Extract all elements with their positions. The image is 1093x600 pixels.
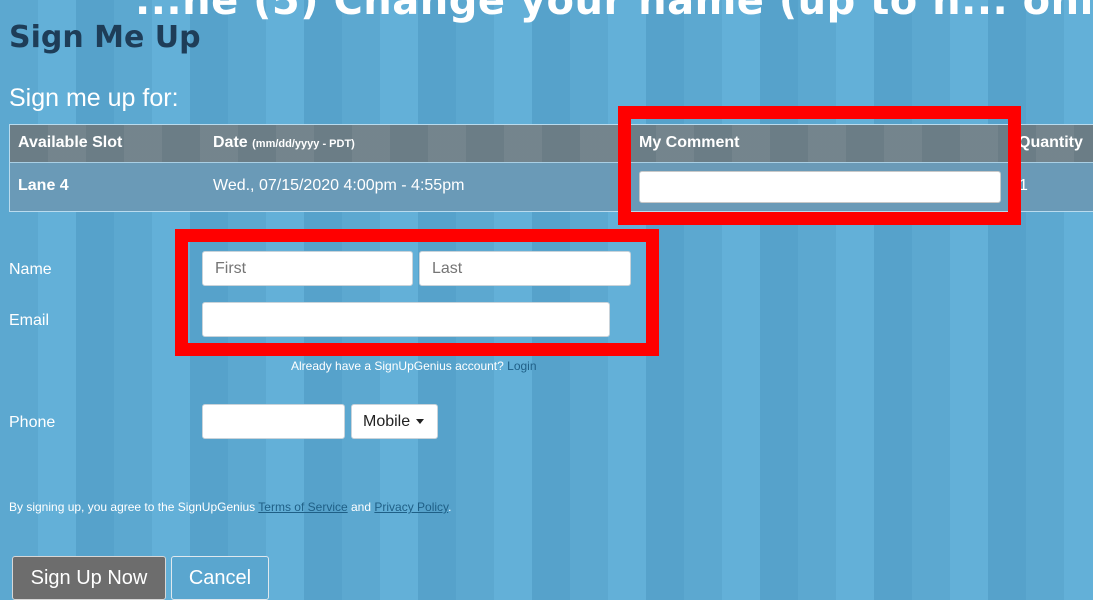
terms-of-service-link[interactable]: Terms of Service bbox=[258, 500, 347, 514]
account-prompt-text: Already have a SignUpGenius account? bbox=[291, 359, 504, 373]
comment-highlight-box bbox=[618, 106, 1021, 225]
header-quantity: Quantity bbox=[1018, 134, 1083, 151]
terms-and: and bbox=[351, 500, 372, 514]
terms-notice: By signing up, you agree to the SignUpGe… bbox=[9, 500, 452, 514]
header-date-label: Date bbox=[213, 134, 248, 151]
phone-label: Phone bbox=[9, 414, 56, 431]
row-date: Wed., 07/15/2020 4:00pm - 4:55pm bbox=[213, 177, 465, 194]
terms-prefix: By signing up, you agree to the SignUpGe… bbox=[9, 500, 256, 514]
header-available-slot: Available Slot bbox=[18, 134, 123, 151]
phone-type-dropdown[interactable]: Mobile bbox=[351, 404, 438, 439]
name-email-highlight-box bbox=[175, 229, 659, 356]
sign-up-now-button[interactable]: Sign Up Now bbox=[12, 556, 166, 600]
login-link[interactable]: Login bbox=[507, 359, 536, 373]
header-date-hint: (mm/dd/yyyy - PDT) bbox=[252, 138, 355, 150]
header-date: Date (mm/dd/yyyy - PDT) bbox=[213, 134, 355, 152]
terms-suffix: . bbox=[448, 500, 452, 514]
privacy-policy-link[interactable]: Privacy Policy bbox=[374, 500, 448, 514]
phone-input[interactable] bbox=[202, 404, 345, 439]
section-title: Sign me up for: bbox=[9, 84, 179, 112]
top-heading: ...ne (5) Change your name (up to n... o… bbox=[135, 0, 1093, 24]
cancel-button[interactable]: Cancel bbox=[171, 556, 269, 600]
email-label: Email bbox=[9, 312, 50, 329]
row-slot-name: Lane 4 bbox=[18, 177, 69, 194]
caret-down-icon bbox=[416, 419, 425, 425]
phone-type-value: Mobile bbox=[363, 413, 411, 430]
account-prompt: Already have a SignUpGenius account? Log… bbox=[291, 359, 537, 373]
name-label: Name bbox=[9, 261, 52, 278]
page-title: Sign Me Up bbox=[9, 20, 201, 55]
